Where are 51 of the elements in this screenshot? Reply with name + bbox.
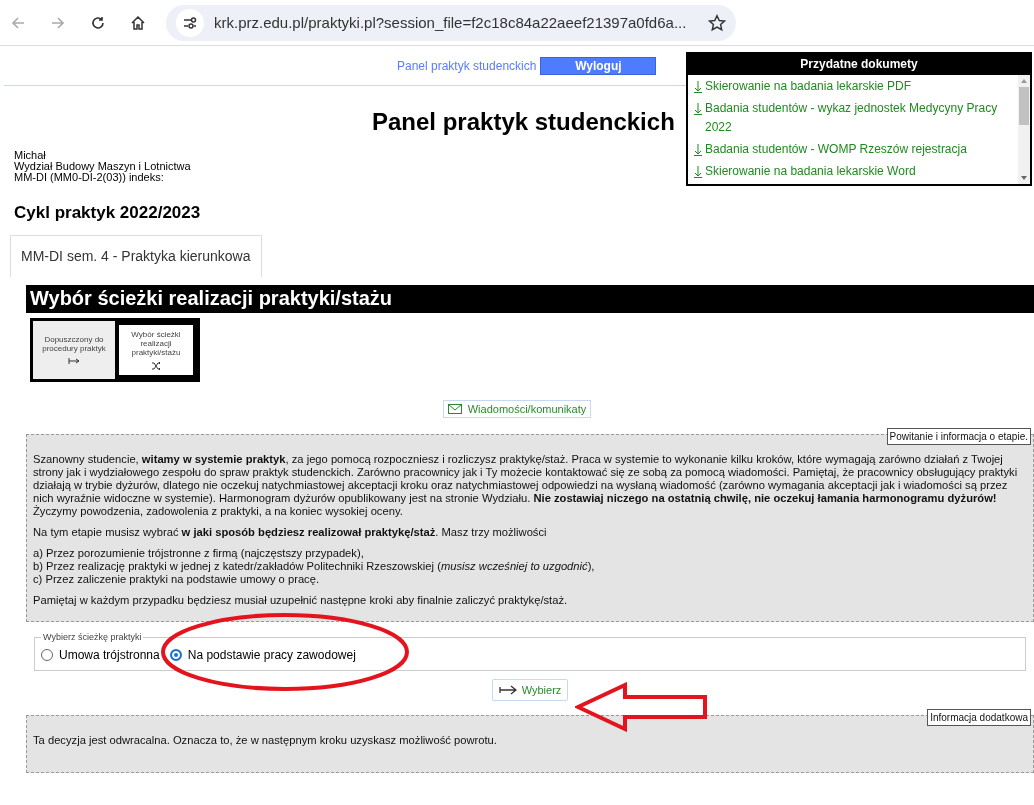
home-icon[interactable] (130, 14, 146, 31)
step-card[interactable]: Wybór ścieżki realizacji praktyki/stażu (115, 321, 197, 379)
address-bar[interactable]: krk.prz.edu.pl/praktyki.pl?session_file=f2c18c84a22aeef21397a0fd6a... (166, 4, 736, 41)
arrows-icon (68, 357, 80, 365)
section-title: Wybór ścieżki realizacji praktyki/stażu (26, 285, 1034, 313)
panel-link[interactable]: Panel praktyk studenckich (397, 58, 537, 73)
info-paragraph: Pamiętaj w każdym przypadku będziesz musiał uzupełnić następne kroki aby finalnie zaliczyć praktykę/staż. (33, 594, 569, 607)
student-info: Wydział Budowy Maszyn i Lotnictwa (14, 161, 191, 172)
reload-icon[interactable] (90, 14, 106, 31)
logout-button[interactable]: Wyloguj (540, 56, 657, 75)
submit-button[interactable]: Wybierz (491, 679, 569, 701)
star-icon[interactable] (708, 13, 726, 32)
fieldset-legend: Wybierz ścieżkę praktyki (41, 632, 144, 642)
document-link[interactable]: Skierowanie na badania lekarskie PDF (705, 77, 912, 96)
page-title: Panel praktyk studenckich (372, 108, 675, 136)
download-icon (694, 103, 702, 115)
student-info: Michał (14, 150, 47, 161)
step-card[interactable]: Dopuszczony do procedury praktyk (33, 321, 115, 379)
arrow-icon (498, 685, 517, 695)
document-link[interactable]: Badania studentów - wykaz jednostek Medycyny Pracy 2022 (705, 99, 1012, 137)
envelope-icon (447, 404, 462, 414)
radio-button[interactable] (41, 649, 53, 661)
tab[interactable]: MM-DI sem. 4 - Praktyka kierunkowa (10, 235, 262, 277)
radio-option[interactable]: Na podstawie pracy zawodowej (169, 648, 356, 662)
download-icon (694, 166, 702, 178)
panel-legend: Informacja dodatkowa (927, 709, 1031, 726)
panel-legend: Powitanie i informacja o etapie. (886, 428, 1031, 445)
shuffle-icon (151, 360, 161, 371)
radio-option[interactable]: Umowa trójstronna (41, 648, 160, 662)
option-line: a) Przez porozumienie trójstronne z firmą (najczęstszy przypadek), (33, 547, 365, 560)
url-text: krk.prz.edu.pl/praktyki.pl?session_file=f2c18c84a22aeef21397a0fd6a... (214, 14, 688, 31)
student-info: MM-DI (MM0-DI-2(03)) indeks: (14, 172, 165, 183)
step-label: Dopuszczony do procedury praktyk (41, 335, 107, 353)
site-settings-icon[interactable] (176, 8, 204, 37)
option-line: c) Przez zaliczenie praktyki na podstawie umowy o pracę. (33, 573, 321, 586)
radio-button[interactable] (169, 649, 182, 661)
scroll-down-icon[interactable] (1021, 176, 1027, 180)
messages-button[interactable]: Wiadomości/komunikaty (442, 400, 592, 418)
cycle-heading: Cykl praktyk 2022/2023 (14, 203, 202, 223)
scroll-up-icon[interactable] (1021, 79, 1027, 83)
document-link[interactable]: Badania studentów - WOMP Rzeszów rejestracja (705, 140, 967, 159)
step-label: Wybór ścieżki realizacji praktyki/stażu (130, 329, 182, 357)
scrollbar[interactable] (1018, 75, 1030, 184)
info-paragraph: Szanowny studencie, witamy w systemie praktyk, za jego pomocą rozpoczniesz i rozliczysz praktykę/staż. Praca w systemie to wykonanie kilku kroków, które wymagają zarówno działań z Twojej strony jak i wydziałowego zespołu do spraw praktyk studenckich. Zarówno pracownicy jak i Ty możecie kontaktować się ze sobą za pomocą wiadomości. Pamiętaj, że pracownicy obsługujący praktyki działają w trybie dyżurów, dlatego nie oczekuj natychmiastowej akceptacji kroku oraz natychmiastowej odpowiedzi na wysłaną wiadomość (zarówno wymagania akceptacji jak i wiadomości są przez nich wyraźnie widoczne w systemie). Harmonogram dyżurów opublikowany jest na stronie Wydziału. Nie zostawiaj niczego na ostatnią chwilę, nie oczekuj łamania harmonogramu dyżurów! Życzymy powodzenia, zadowolenia z praktyki, a na koniec wysokiej oceny. (33, 453, 1019, 518)
documents-title: Przydatne dokumety (688, 54, 1030, 75)
info-paragraph: Na tym etapie musisz wybrać w jaki sposób będziesz realizował praktykę/staż. Masz trzy możliwości (33, 526, 548, 539)
option-line: b) Przez realizację praktyki w jednej z katedr/zakładów Politechniki Rzeszowskiej (musisz wcześniej to uzgodnić), (33, 560, 596, 573)
info-paragraph: Ta decyzja jest odwracalna. Oznacza to, że w następnym kroku uzyskasz możliwość powrotu. (33, 734, 498, 747)
document-link[interactable]: Skierowanie na badania lekarskie Word (705, 162, 916, 181)
download-icon (694, 81, 702, 93)
download-icon (694, 144, 702, 156)
